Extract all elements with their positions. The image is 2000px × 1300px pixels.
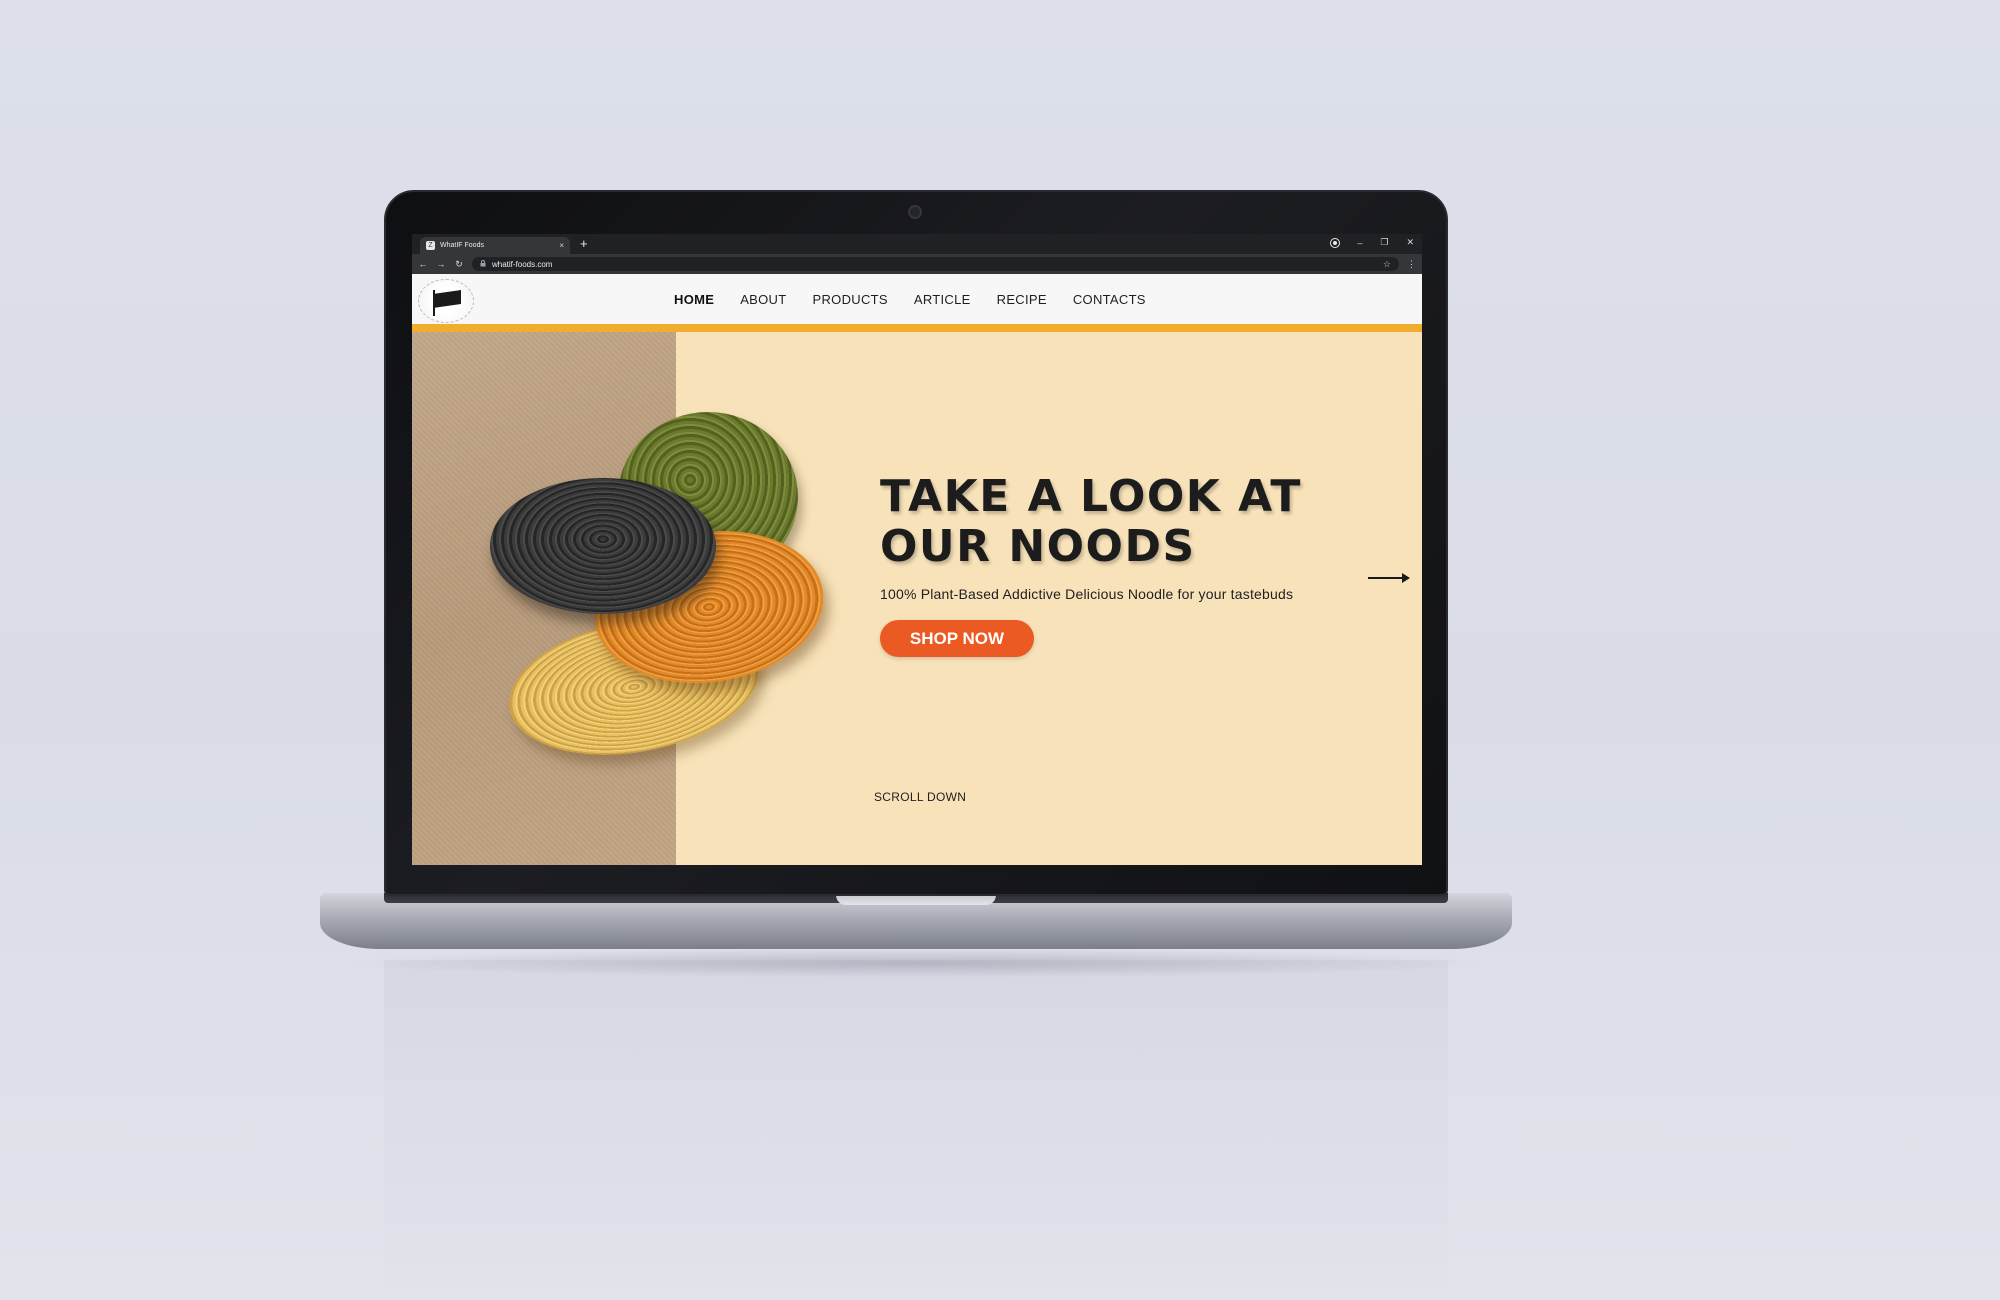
laptop-base [320,893,1512,949]
tab-close-icon[interactable]: × [559,241,564,250]
logo-flag-icon [433,290,461,308]
lock-icon[interactable] [480,259,486,269]
nav-article[interactable]: ARTICLE [914,292,971,307]
forward-icon[interactable]: → [436,259,446,269]
browser-toolbar: ← → ↻ whatif-foods.com ☆ ⋮ [412,254,1422,274]
hero-headline: TAKE A LOOK AT OUR NOODS [880,472,1360,572]
website: HOME ABOUT PRODUCTS ARTICLE RECIPE CONTA… [412,274,1422,865]
main-nav: HOME ABOUT PRODUCTS ARTICLE RECIPE CONTA… [674,274,1146,324]
next-slide-arrow-icon[interactable] [1368,573,1410,583]
laptop-screen: Z WhatIF Foods × + – ❐ ✕ ← → ↻ whatif-fo… [412,234,1422,865]
tab-title: WhatIF Foods [440,242,484,249]
hero-section: TAKE A LOOK AT OUR NOODS 100% Plant-Base… [412,332,1422,865]
nav-recipe[interactable]: RECIPE [997,292,1047,307]
url-text[interactable]: whatif-foods.com [492,260,1377,269]
laptop-lid: Z WhatIF Foods × + – ❐ ✕ ← → ↻ whatif-fo… [384,190,1448,896]
address-bar[interactable]: whatif-foods.com ☆ [472,257,1399,271]
hero-tagline: 100% Plant-Based Addictive Delicious Noo… [880,586,1294,602]
arrow-line [1368,577,1404,579]
trackpad-notch [836,895,996,905]
nav-about[interactable]: ABOUT [740,292,786,307]
close-icon[interactable]: ✕ [1406,237,1414,248]
minimize-icon[interactable]: – [1357,238,1362,248]
laptop-mockup-scene: Z WhatIF Foods × + – ❐ ✕ ← → ↻ whatif-fo… [0,0,2000,1300]
black-noodle-cake-image [490,478,716,614]
laptop-shadow [340,948,1492,978]
profile-icon[interactable] [1331,238,1340,247]
laptop-reflection [384,960,1448,1300]
favicon-icon: Z [426,241,435,250]
back-icon[interactable]: ← [418,259,428,269]
site-header: HOME ABOUT PRODUCTS ARTICLE RECIPE CONTA… [412,274,1422,332]
window-controls: – ❐ ✕ [1331,237,1414,248]
nav-products[interactable]: PRODUCTS [813,292,888,307]
browser-tab-bar: Z WhatIF Foods × + – ❐ ✕ [412,234,1422,254]
headline-line-2: OUR NOODS [880,521,1196,572]
shop-now-button[interactable]: SHOP NOW [880,620,1034,657]
nav-home[interactable]: HOME [674,292,714,307]
menu-icon[interactable]: ⋮ [1407,259,1416,270]
new-tab-icon[interactable]: + [580,236,588,251]
arrow-head [1402,573,1410,583]
scroll-down-link[interactable]: SCROLL DOWN [874,790,966,804]
webcam-icon [908,205,922,219]
reload-icon[interactable]: ↻ [454,259,464,270]
headline-line-1: TAKE A LOOK AT [880,471,1302,522]
nav-contacts[interactable]: CONTACTS [1073,292,1146,307]
whatif-logo[interactable] [418,279,474,323]
star-icon[interactable]: ☆ [1383,259,1391,270]
browser-tab[interactable]: Z WhatIF Foods × [420,237,570,254]
maximize-icon[interactable]: ❐ [1380,237,1388,248]
